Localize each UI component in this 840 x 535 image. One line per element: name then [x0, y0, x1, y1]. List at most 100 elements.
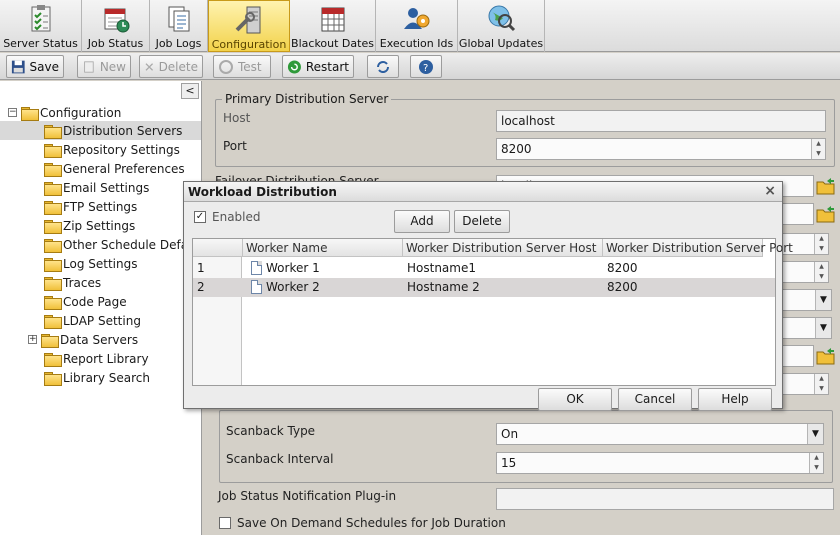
tree-item-general-preferences[interactable]: General Preferences [44, 159, 185, 178]
spinner-arrows-icon[interactable]: ▲ ▼ [814, 234, 828, 254]
tree-label: Report Library [63, 351, 149, 366]
folder-icon [44, 162, 62, 177]
svg-text:?: ? [423, 63, 428, 74]
folder-icon [44, 238, 62, 253]
restart-label: Restart [305, 59, 349, 74]
spinner-arrows-icon[interactable]: ▲ ▼ [809, 453, 823, 473]
help-question-icon: ? [419, 59, 433, 74]
minus-icon[interactable]: − [8, 108, 17, 117]
host-field[interactable]: localhost [496, 110, 826, 132]
restart-button[interactable]: Restart [282, 55, 354, 78]
plus-icon[interactable]: + [28, 335, 37, 344]
tree-label: Zip Settings [63, 218, 136, 233]
worker-port-cell: 8200 [607, 280, 638, 294]
tree-label: Repository Settings [63, 142, 180, 157]
tree-item-report-library[interactable]: Report Library [44, 349, 149, 368]
tree-item-log-settings[interactable]: Log Settings [44, 254, 137, 273]
tree-label: Distribution Servers [63, 123, 183, 138]
close-icon[interactable]: × [764, 183, 776, 199]
tab-global-updates[interactable]: Global Updates [458, 0, 545, 52]
collapse-panel-button[interactable]: < [181, 83, 199, 99]
tree-item-ldap-setting[interactable]: LDAP Setting [44, 311, 141, 330]
top-tab-bar: Server Status Job Status Job Logs Config… [0, 0, 840, 52]
column-header-port[interactable]: Worker Distribution Server Port [603, 239, 793, 257]
test-button[interactable]: Test [213, 55, 271, 78]
configuration-tree: < − Configuration Distribution Servers R… [0, 81, 210, 535]
column-header-worker-name[interactable]: Worker Name [243, 239, 403, 257]
scanback-type-value: On [501, 427, 519, 441]
tab-job-logs[interactable]: Job Logs [150, 0, 208, 52]
toolbar: Save New Delete Test Restart ? [0, 53, 840, 80]
enabled-checkbox[interactable]: ✓ [194, 211, 206, 223]
folder-icon [21, 106, 39, 121]
tab-execution-ids[interactable]: Execution Ids [376, 0, 458, 52]
row-number: 2 [197, 280, 205, 294]
worker-name-cell: Worker 2 [247, 278, 403, 297]
tree-label: Code Page [63, 294, 127, 309]
tree-item-email-settings[interactable]: Email Settings [44, 178, 149, 197]
ok-button[interactable]: OK [538, 388, 612, 411]
dialog-title-bar: Workload Distribution × [184, 182, 782, 202]
tree-item-distribution-servers[interactable]: Distribution Servers [0, 121, 201, 140]
tree-label: Configuration [40, 105, 122, 120]
delete-button[interactable]: Delete [139, 55, 203, 78]
tree-label: Traces [63, 275, 102, 290]
folder-open-icon[interactable] [816, 204, 836, 224]
folder-icon [44, 200, 62, 215]
table-row[interactable]: 2 Worker 2 Hostname 2 8200 [193, 278, 775, 297]
tree-item-data-servers[interactable]: + Data Servers [28, 330, 138, 349]
worker-host-cell: Hostname 2 [407, 280, 480, 294]
help-dialog-button[interactable]: Help [698, 388, 772, 411]
row-number: 1 [197, 261, 205, 275]
refresh-arrows-icon [377, 60, 389, 73]
scanback-interval-stepper[interactable]: 15 ▲ ▼ [496, 452, 824, 474]
column-header-host[interactable]: Worker Distribution Server Host [403, 239, 603, 257]
save-button[interactable]: Save [6, 55, 64, 78]
tab-server-status[interactable]: Server Status [0, 0, 82, 52]
folder-icon [44, 295, 62, 310]
scanback-type-select[interactable]: On ▼ [496, 423, 824, 445]
spinner-arrows-icon[interactable]: ▲ ▼ [814, 262, 828, 282]
tab-blackout-dates[interactable]: Blackout Dates [290, 0, 376, 52]
tree-root-configuration[interactable]: − Configuration [8, 103, 121, 122]
folder-icon [44, 143, 62, 158]
spinner-arrows-icon[interactable]: ▲ ▼ [814, 374, 828, 394]
tree-item-zip-settings[interactable]: Zip Settings [44, 216, 135, 235]
tab-job-status[interactable]: Job Status [82, 0, 150, 52]
calendar-icon [321, 7, 344, 32]
tree-item-traces[interactable]: Traces [44, 273, 101, 292]
folder-open-icon[interactable] [816, 176, 836, 196]
test-icon [219, 59, 233, 74]
worker-grid: Worker Name Worker Distribution Server H… [192, 238, 793, 386]
delete-x-icon [145, 62, 154, 71]
spinner-arrows-icon[interactable]: ▲ ▼ [811, 139, 825, 159]
chevron-down-icon[interactable]: ▼ [807, 424, 823, 444]
refresh-button[interactable] [367, 55, 399, 78]
save-on-demand-checkbox[interactable] [219, 517, 231, 529]
tree-item-repository-settings[interactable]: Repository Settings [44, 140, 180, 159]
chevron-down-icon[interactable]: ▼ [815, 318, 831, 338]
chevron-down-icon[interactable]: ▼ [815, 290, 831, 310]
new-button[interactable]: New [77, 55, 131, 78]
grid-corner-header [193, 239, 243, 257]
port-stepper[interactable]: 8200 ▲ ▼ [496, 138, 826, 160]
tab-label: Blackout Dates [291, 37, 374, 50]
add-worker-button[interactable]: Add [394, 210, 450, 233]
tree-label: FTP Settings [63, 199, 138, 214]
tree-item-code-page[interactable]: Code Page [44, 292, 127, 311]
floppy-disk-icon [11, 60, 25, 73]
tree-label: LDAP Setting [63, 313, 141, 328]
calendar-clock-icon [104, 8, 129, 33]
scanback-interval-value: 15 [501, 456, 517, 470]
tree-item-ftp-settings[interactable]: FTP Settings [44, 197, 137, 216]
primary-server-legend: Primary Distribution Server [222, 92, 392, 106]
plugin-field[interactable] [496, 488, 834, 510]
help-button[interactable]: ? [410, 55, 442, 78]
folder-open-icon[interactable] [816, 346, 836, 366]
delete-worker-button[interactable]: Delete [454, 210, 510, 233]
tree-item-library-search[interactable]: Library Search [44, 368, 150, 387]
table-row[interactable]: 1 Worker 1 Hostname1 8200 [193, 259, 775, 278]
tree-label: Log Settings [63, 256, 138, 271]
tab-configuration[interactable]: Configuration [208, 0, 290, 52]
cancel-button[interactable]: Cancel [618, 388, 692, 411]
